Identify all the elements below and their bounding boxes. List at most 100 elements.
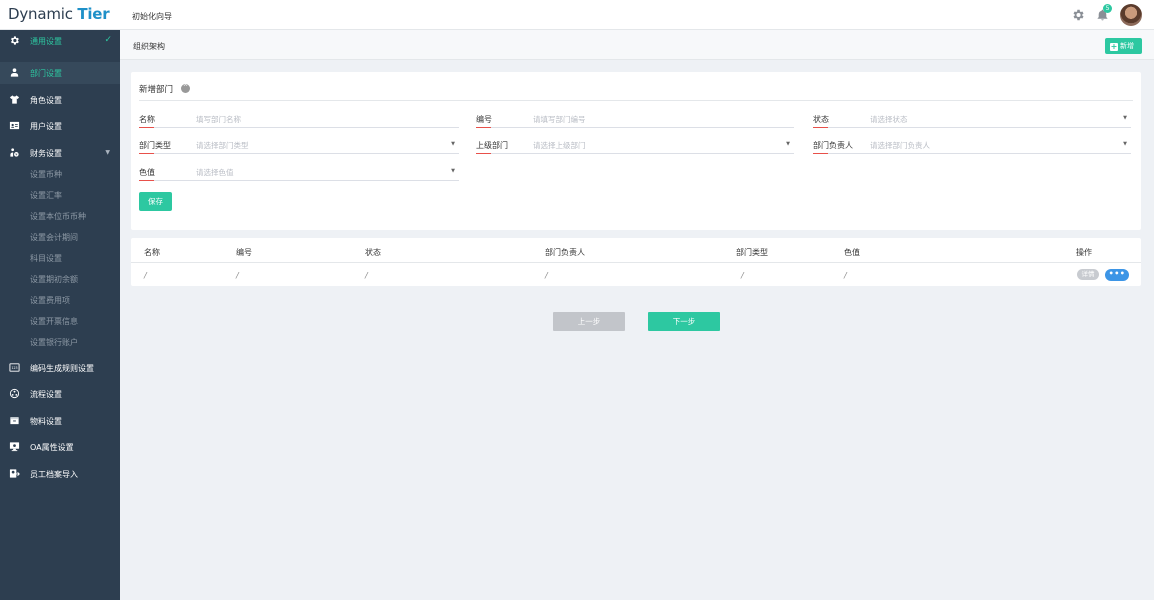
gear-icon[interactable]	[1071, 8, 1085, 22]
svg-text:123: 123	[11, 366, 17, 370]
svg-text:¥: ¥	[15, 153, 17, 157]
table-header: 部门类型	[736, 248, 768, 257]
code-icon: 123	[9, 363, 20, 372]
add-button-label: 新增	[1120, 42, 1134, 50]
sidebar-item-employee-import[interactable]: 员工档案导入	[0, 463, 120, 485]
sidebar-item-finance[interactable]: ¥ 财务设置 ▼	[0, 142, 120, 164]
field-label: 名称	[139, 115, 155, 128]
sidebar-item-label: 财务设置	[30, 149, 62, 158]
code-field[interactable]: 编号 请填写部门编号	[476, 110, 794, 128]
avatar[interactable]	[1120, 4, 1142, 26]
logo[interactable]: Dynamic Tier	[8, 5, 110, 23]
sidebar-subitem[interactable]: 设置币种	[30, 169, 62, 180]
code-input[interactable]: 请填写部门编号	[533, 114, 586, 125]
sidebar-item-user[interactable]: 用户设置	[0, 115, 120, 137]
caret-down-icon: ▼	[451, 168, 455, 174]
field-label: 色值	[139, 168, 155, 181]
divider	[131, 262, 1141, 263]
plus-icon: +	[1110, 42, 1118, 51]
add-button[interactable]: + 新增	[1105, 38, 1142, 54]
department-type-field[interactable]: 部门类型 请选择部门类型 ▼	[139, 136, 459, 154]
sidebar-subitem[interactable]: 设置本位币币种	[30, 211, 86, 222]
field-label: 状态	[813, 115, 829, 128]
sidebar-item-label: 用户设置	[30, 122, 62, 131]
caret-down-icon: ▼	[1123, 141, 1127, 147]
table-header: 操作	[1076, 248, 1092, 257]
sidebar-subitem[interactable]: 设置费用项	[30, 295, 70, 306]
name-input[interactable]: 填写部门名称	[196, 114, 241, 125]
table-cell: /	[545, 271, 548, 280]
field-label: 部门负责人	[813, 141, 853, 154]
table-header: 部门负责人	[545, 248, 585, 257]
sidebar-subitem[interactable]: 设置汇率	[30, 190, 62, 201]
name-field[interactable]: 名称 填写部门名称	[139, 110, 459, 128]
flow-icon	[9, 388, 20, 399]
sidebar-item-oa[interactable]: OA属性设置	[0, 436, 120, 458]
sidebar-item-role[interactable]: 角色设置	[0, 89, 120, 111]
color-select[interactable]: 请选择色值	[196, 167, 234, 178]
finance-icon: ¥	[10, 148, 19, 157]
sidebar-subitem[interactable]: 科目设置	[30, 253, 62, 264]
field-label: 编号	[476, 115, 492, 128]
caret-down-icon: ▼	[1123, 115, 1127, 121]
import-icon	[9, 469, 20, 478]
detail-button[interactable]: 详情	[1077, 269, 1099, 280]
department-type-select[interactable]: 请选择部门类型	[196, 140, 249, 151]
sidebar-item-label: 流程设置	[30, 390, 62, 399]
color-field[interactable]: 色值 请选择色值 ▼	[139, 163, 459, 181]
check-icon: ✓	[104, 35, 112, 45]
chevron-down-icon: ▼	[105, 149, 110, 156]
field-label: 部门类型	[139, 141, 171, 154]
parent-department-select[interactable]: 请选择上级部门	[533, 140, 586, 151]
sidebar-item-label: 角色设置	[30, 96, 62, 105]
sidebar-subitem[interactable]: 设置会计期间	[30, 232, 78, 243]
logo-text: Dynamic	[8, 5, 78, 23]
sidebar-item-department[interactable]: 部门设置	[0, 62, 120, 84]
table-header: 状态	[365, 248, 381, 257]
sidebar-item-label: 部门设置	[30, 69, 62, 78]
table-header: 色值	[844, 248, 860, 257]
table-cell: /	[844, 271, 847, 280]
table-cell: /	[144, 271, 147, 280]
box-icon	[10, 417, 19, 425]
next-step-button[interactable]: 下一步	[648, 312, 720, 331]
more-button[interactable]: •••	[1105, 269, 1129, 281]
sidebar-subitem[interactable]: 设置期初余额	[30, 274, 78, 285]
save-button[interactable]: 保存	[139, 192, 172, 211]
notification-badge: 5	[1103, 4, 1112, 13]
divider	[139, 100, 1133, 101]
sidebar-item-label: 通用设置	[30, 37, 62, 46]
sidebar-subitem[interactable]: 设置开票信息	[30, 316, 78, 327]
sidebar-item-label: OA属性设置	[30, 443, 74, 452]
org-icon	[10, 68, 19, 77]
logo-accent-text: Tier	[77, 5, 110, 23]
sidebar-subitem[interactable]: 设置银行账户	[30, 337, 78, 348]
status-field[interactable]: 状态 请选择状态 ▼	[813, 110, 1131, 128]
sidebar-item-label: 编码生成规则设置	[30, 364, 94, 373]
sidebar-item-label: 物料设置	[30, 417, 62, 426]
collapse-icon[interactable]: ^	[181, 84, 190, 93]
add-department-form: 新增部门 ^ 名称 填写部门名称 编号 请填写部门编号 状态 请选择状态 ▼ 部…	[131, 72, 1141, 230]
status-select[interactable]: 请选择状态	[870, 114, 908, 125]
sidebar-item-coding-rules[interactable]: 123 编码生成规则设置	[0, 357, 120, 379]
department-head-field[interactable]: 部门负责人 请选择部门负责人 ▼	[813, 136, 1131, 154]
previous-step-button[interactable]: 上一步	[553, 312, 625, 331]
department-head-select[interactable]: 请选择部门负责人	[870, 140, 930, 151]
breadcrumb: 组织架构	[133, 42, 165, 51]
form-title: 新增部门	[139, 85, 174, 95]
sidebar-item-label: 员工档案导入	[30, 470, 78, 479]
table-cell: /	[236, 271, 239, 280]
caret-down-icon: ▼	[786, 141, 790, 147]
page-title: 初始化向导	[132, 12, 172, 21]
table-cell: /	[365, 271, 368, 280]
table-cell: /	[741, 271, 744, 280]
table-header: 名称	[144, 248, 160, 257]
id-card-icon	[9, 121, 20, 130]
shirt-icon	[9, 95, 20, 104]
parent-department-field[interactable]: 上级部门 请选择上级部门 ▼	[476, 136, 794, 154]
gear-icon	[10, 36, 19, 45]
sidebar-item-general[interactable]: 通用设置 ✓	[0, 30, 120, 52]
top-bar: Dynamic Tier 初始化向导 5	[0, 0, 1154, 30]
sidebar-item-flow[interactable]: 流程设置	[0, 383, 120, 405]
sidebar-item-material[interactable]: 物料设置	[0, 410, 120, 432]
